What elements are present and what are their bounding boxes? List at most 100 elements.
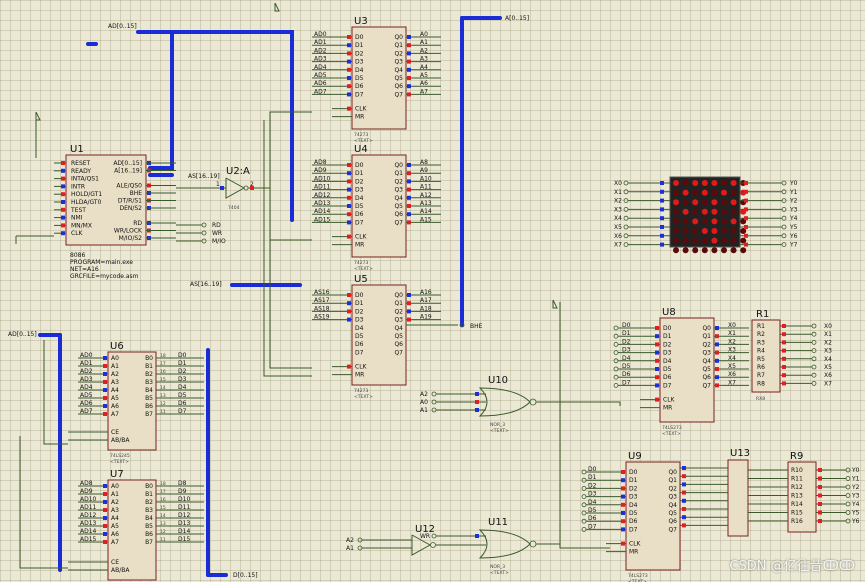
net-ad-bus: AD[0..15] [108, 23, 137, 30]
u12-in-net: A2 [346, 537, 354, 544]
u8-d-pin: D5 [663, 366, 672, 373]
u9-d-marker [621, 511, 625, 515]
u8-d-terminal [613, 341, 619, 347]
r1-out-net: X3 [824, 348, 832, 355]
matrix-right-marker [744, 181, 748, 185]
led-dot [682, 228, 689, 234]
u4-mr-pin: MR [355, 242, 364, 249]
u9-part: 74LS273 [628, 573, 648, 579]
u5-q-marker [407, 309, 411, 314]
u3-q-marker [407, 51, 411, 56]
u4-q-net: A13 [420, 200, 432, 207]
u7-a-marker [103, 540, 107, 544]
led-dot [730, 208, 737, 215]
u8-d-net: D3 [622, 347, 631, 354]
u1-right-pin: A[16..19] [114, 168, 142, 175]
u3-q-net: A0 [420, 31, 428, 38]
u9-d-net: D0 [588, 466, 597, 473]
u4-d-net: AD14 [314, 208, 331, 215]
u9-q-pin: Q5 [668, 510, 677, 517]
u7-b-pin: B2 [145, 499, 153, 506]
matrix-left-terminal [623, 206, 629, 212]
u10-in-net: A2 [420, 391, 428, 398]
u8-d-terminal [613, 358, 619, 364]
u3-d-marker [347, 76, 351, 80]
u9-q-pin: Q4 [668, 502, 677, 509]
matrix-left-marker [660, 207, 664, 212]
net-ad-left: AD[0..15] [8, 331, 37, 338]
u4-d-pin: D1 [355, 170, 364, 177]
led-dot [740, 247, 747, 254]
u9-q-pin: Q1 [668, 477, 677, 484]
u11-gate-body [478, 529, 531, 559]
r9-value: R16 [791, 518, 803, 525]
u3-q-net: A3 [420, 56, 428, 63]
led-dot [701, 189, 708, 196]
led-dot [701, 199, 708, 206]
u3-d-pin: D3 [355, 59, 364, 66]
u7-a-net: AD10 [80, 496, 97, 503]
u7-b-pinno: 17 [160, 489, 166, 495]
u3-q-pin: Q4 [394, 67, 403, 74]
r9-out-net: Y4 [851, 501, 860, 508]
u2-ref: U2:A [226, 166, 250, 177]
u6-a-net: AD5 [80, 392, 93, 399]
led-dot [730, 199, 737, 206]
u4-d-pin: D4 [355, 195, 364, 202]
ctrl-terminal-wr [201, 230, 207, 236]
u13-body[interactable] [727, 459, 749, 537]
u5-clk-pin: CLK [355, 364, 368, 371]
u3-q-marker [407, 59, 411, 64]
schematic-canvas[interactable]: AD[0..15] A[0..15] AS[16..19] AS[16..19] AD[… [0, 0, 865, 582]
u3-q-net: A5 [420, 72, 428, 79]
u7-a-pin: A6 [111, 531, 119, 538]
u8-d-pin: D0 [663, 325, 672, 332]
u5-d-pin: D2 [355, 308, 364, 315]
u7-b-net: D11 [178, 504, 190, 511]
u1-left-marker [61, 192, 65, 197]
matrix-right-terminal [781, 198, 787, 204]
u5-q-pin: Q7 [394, 349, 403, 356]
matrix-left-net: X1 [614, 189, 622, 196]
u7-b-net: D12 [178, 512, 190, 519]
u9-d-marker [621, 519, 625, 524]
u4-d-net: AD9 [314, 167, 327, 174]
u7-b-pinno: 11 [160, 537, 166, 543]
u7-b-net: D13 [178, 520, 190, 527]
led-dot [701, 218, 708, 225]
u9-d-terminal [581, 510, 587, 516]
led-dot [730, 189, 737, 196]
u2-in-marker [220, 186, 224, 190]
u4-q-marker [407, 187, 411, 192]
u7-a-net: AD9 [80, 488, 93, 495]
u9-d-pin: D6 [629, 518, 638, 525]
u3-d-pin: D5 [355, 75, 364, 82]
u1-left-pin: MN/MX [71, 222, 92, 229]
u6-a-net: AD0 [80, 352, 93, 359]
matrix-left-terminal [623, 189, 629, 195]
u3-clk-marker [347, 106, 351, 111]
u4-q-marker [407, 179, 411, 184]
u5-d-pin: D7 [355, 349, 364, 356]
led-dot [711, 199, 718, 206]
led-dot [682, 189, 689, 196]
u4-d-marker [347, 204, 351, 208]
u3-q-marker [407, 43, 411, 48]
u3-q-pin: Q6 [394, 83, 403, 90]
u6-a-pin: A0 [111, 355, 119, 362]
u8-clk-pin: CLK [663, 397, 676, 404]
u8-d-terminal [613, 382, 619, 388]
u1-left-marker [61, 231, 65, 236]
r9-out-terminal [845, 501, 851, 507]
led-dot [721, 237, 727, 244]
u8-q-net: X0 [728, 322, 736, 329]
u11-part: NOR_3 [490, 564, 505, 570]
u8-d-marker [655, 358, 659, 363]
u7-a-pin: A2 [111, 499, 119, 506]
u1-left-marker [61, 215, 65, 220]
schematic-drawing[interactable]: AD[0..15] A[0..15] AS[16..19] AS[16..19] AD[… [0, 0, 865, 582]
u5-d-net: AS16 [314, 289, 330, 296]
led-dot [682, 180, 689, 186]
u10-in-marker [475, 408, 479, 412]
u4-q-marker [407, 212, 411, 217]
